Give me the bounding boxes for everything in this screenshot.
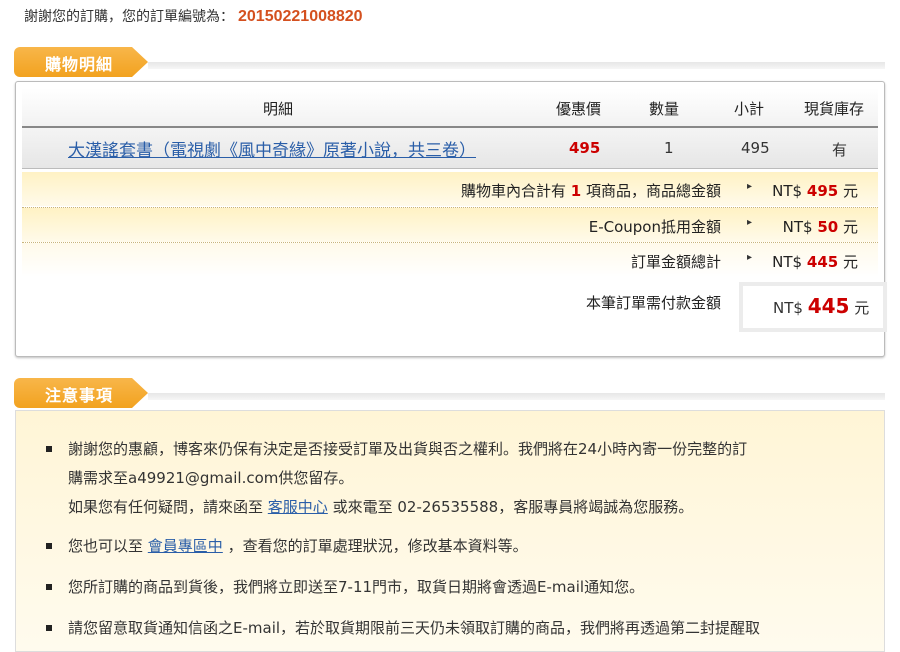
section-title: 注意事項 bbox=[45, 386, 114, 405]
cart-total-row: 購物車內合計有 1 項商品，商品總金額 ▸ NT$ 495 元 bbox=[22, 172, 878, 206]
order-total-row: 訂單金額總計 ▸ NT$ 445 元 bbox=[22, 242, 878, 277]
order-number: 20150221008820 bbox=[238, 8, 363, 25]
col-header-qty: 數量 bbox=[649, 100, 680, 118]
cart-total-amount: NT$ 495 元 bbox=[772, 182, 858, 200]
shopping-details-panel: 明細 優惠價 數量 小計 現貨庫存 大漢謠套書（電視劇《風中奇緣》原著小說，共三… bbox=[15, 81, 887, 357]
notices-panel: 謝謝您的惠顧，博客來仍保有決定是否接受訂單及出貨與否之權利。我們將在24小時內寄… bbox=[15, 410, 885, 652]
section-divider bbox=[148, 62, 885, 69]
order-total-amount: NT$ 445 元 bbox=[772, 253, 858, 271]
product-price: 495 bbox=[569, 139, 601, 157]
cart-total-label: 購物車內合計有 1 項商品，商品總金額 bbox=[460, 182, 721, 200]
note-text: 謝謝您的惠顧，博客來仍保有決定是否接受訂單及出貨與否之權利。我們將在24小時內寄… bbox=[68, 440, 748, 458]
member-area-link[interactable]: 會員專區中 bbox=[148, 537, 223, 555]
col-header-detail: 明細 bbox=[263, 100, 294, 118]
coupon-row: E-Coupon抵用金額 ▸ NT$ 50 元 bbox=[22, 207, 878, 242]
cart-item-count: 1 bbox=[570, 182, 582, 200]
bullet-icon bbox=[46, 446, 52, 452]
arrow-right-icon: ▸ bbox=[747, 252, 753, 263]
payment-due-box: NT$ 445 元 bbox=[739, 282, 887, 332]
product-subtotal: 495 bbox=[741, 139, 770, 157]
payment-due-amount: NT$ 445 元 bbox=[773, 294, 870, 318]
coupon-label: E-Coupon抵用金額 bbox=[588, 218, 721, 236]
col-header-price: 優惠價 bbox=[556, 100, 602, 118]
product-cell: 大漢謠套書（電視劇《風中奇緣》原著小說，共三卷） bbox=[68, 136, 476, 161]
section-tab-shopping-details: 購物明細 bbox=[14, 47, 148, 77]
section-divider bbox=[148, 393, 885, 400]
coupon-amount: NT$ 50 元 bbox=[782, 218, 858, 236]
product-stock: 有 bbox=[832, 141, 848, 159]
section-tab-notices: 注意事項 bbox=[14, 378, 148, 408]
note-text: 您所訂購的商品到貨後，我們將立即送至7-11門市，取貨日期將會透過E-mail通… bbox=[68, 578, 645, 596]
bullet-icon bbox=[46, 584, 52, 590]
note-text: 如果您有任何疑問，請來函至 客服中心 或來電至 02-26535588，客服專員… bbox=[68, 498, 694, 516]
bullet-icon bbox=[46, 543, 52, 549]
table-row: 大漢謠套書（電視劇《風中奇緣》原著小說，共三卷） 495 1 495 有 bbox=[22, 128, 878, 169]
arrow-right-icon: ▸ bbox=[747, 217, 753, 228]
order-total-label: 訂單金額總計 bbox=[630, 253, 721, 271]
table-header: 明細 優惠價 數量 小計 現貨庫存 bbox=[22, 88, 878, 128]
customer-service-link[interactable]: 客服中心 bbox=[268, 498, 328, 516]
col-header-subtotal: 小計 bbox=[734, 100, 765, 118]
note-text: 購需求至a49921@gmail.com供您留存。 bbox=[68, 469, 354, 487]
order-confirmation-text: 謝謝您的訂購，您的訂單編號為： 20150221008820 bbox=[24, 6, 363, 26]
section-title: 購物明細 bbox=[45, 55, 114, 74]
payment-due-label: 本筆訂單需付款金額 bbox=[586, 294, 722, 312]
product-qty: 1 bbox=[664, 139, 674, 157]
thanks-label: 謝謝您的訂購，您的訂單編號為： bbox=[24, 9, 234, 25]
product-link[interactable]: 大漢謠套書（電視劇《風中奇緣》原著小說，共三卷） bbox=[68, 141, 476, 161]
note-text: 請您留意取貨通知信函之E-mail，若於取貨期限前三天仍未領取訂購的商品，我們將… bbox=[68, 619, 761, 637]
arrow-right-icon: ▸ bbox=[747, 181, 753, 192]
note-text: 您也可以至 會員專區中 ，查看您的訂單處理狀況，修改基本資料等。 bbox=[68, 537, 528, 555]
bullet-icon bbox=[46, 625, 52, 631]
col-header-stock: 現貨庫存 bbox=[804, 100, 865, 118]
